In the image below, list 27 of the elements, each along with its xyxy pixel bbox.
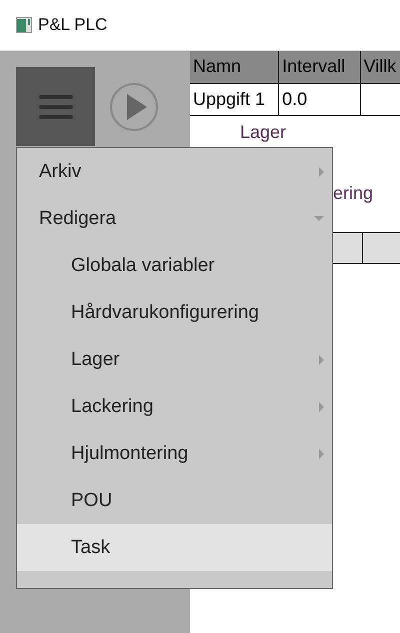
section-label: Lager [239,120,288,142]
caret-right-icon [319,448,324,458]
caret-right-icon [319,166,324,176]
table-cell [363,232,400,264]
caret-down-icon [314,216,324,221]
column-header: Intervall [278,51,360,83]
menu-item[interactable]: POU [17,477,332,524]
table-cell: Uppgift 1 [190,83,279,115]
menu-icon [38,92,72,120]
menu-item[interactable]: Lackering [17,383,332,430]
play-icon[interactable] [109,82,159,132]
section-label: ering [333,182,374,202]
table-cell: 0.0 [278,83,360,115]
window-title: P&L PLC [38,15,108,35]
app-icon [16,17,32,33]
column-header: Namn [190,51,279,83]
caret-right-icon [319,402,324,412]
menu-item[interactable]: Redigera [17,195,332,242]
menu-item[interactable]: Hårdvarukonfigurering [17,289,332,336]
menu-item[interactable]: Task [17,524,332,571]
caret-right-icon [319,354,324,364]
menu-item[interactable]: Lager [17,336,332,383]
menu-item[interactable]: Arkiv [17,148,332,195]
menu-item[interactable]: Globala variabler [17,242,332,289]
column-header: Villk [360,51,400,83]
menu-button[interactable] [16,67,95,146]
menu-item[interactable]: Hjulmontering [17,430,332,477]
